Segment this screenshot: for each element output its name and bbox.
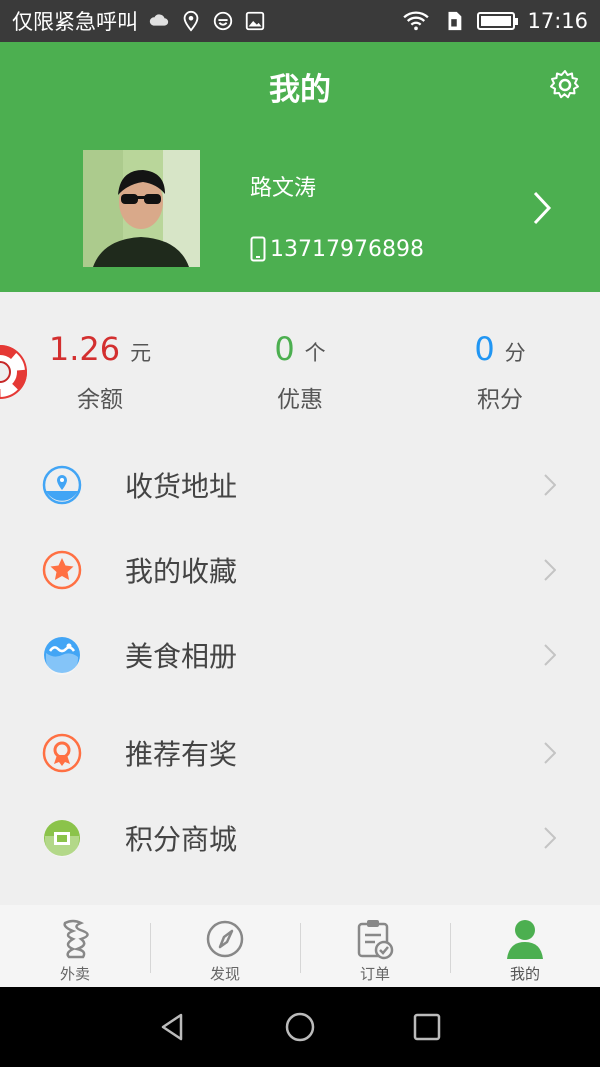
chevron-right-icon: [544, 559, 556, 581]
menu-label: 我的收藏: [125, 555, 238, 588]
menu-label: 收货地址: [125, 470, 238, 503]
points-value: 0: [474, 330, 495, 368]
compass-icon: [206, 920, 244, 958]
location-icon: [42, 465, 82, 505]
image-notification-icon: [245, 11, 265, 31]
points-label: 积分: [477, 387, 523, 413]
tab-discover[interactable]: 发现: [150, 905, 300, 987]
sim-icon: [448, 11, 462, 31]
tab-mine[interactable]: 我的: [450, 905, 600, 987]
stat-coupons[interactable]: 0 个 优惠: [200, 330, 400, 414]
avatar[interactable]: [83, 150, 200, 267]
location-status-icon: [183, 10, 199, 32]
chevron-right-icon[interactable]: [532, 190, 552, 226]
stats-row: 1.26 元 余额 0 个 优惠 0 分 积分: [0, 292, 600, 422]
wifi-icon: [403, 11, 430, 31]
gear-icon[interactable]: [548, 68, 582, 102]
carrier-text: 仅限紧急呼叫: [12, 10, 138, 34]
stat-points[interactable]: 0 分 积分: [400, 330, 600, 414]
chevron-right-icon: [544, 827, 556, 849]
menu-label: 美食相册: [125, 640, 238, 673]
battery-icon: [477, 12, 519, 30]
app-notification-icon: [213, 11, 233, 31]
chevron-right-icon: [544, 742, 556, 764]
recents-icon[interactable]: [411, 1011, 443, 1043]
balance-value: 1.26: [48, 330, 121, 368]
page-title: 我的: [269, 72, 331, 108]
tab-label: 我的: [509, 965, 540, 983]
shop-icon: [44, 820, 80, 857]
phone-icon: [250, 236, 266, 262]
person-icon: [507, 920, 543, 959]
status-bar: 仅限紧急呼叫 17:16: [0, 0, 600, 42]
coupons-value: 0: [274, 330, 295, 368]
coupons-unit: 个: [304, 341, 326, 365]
menu-item-referral[interactable]: 推荐有奖: [0, 718, 600, 788]
menu-item-favorites[interactable]: 我的收藏: [0, 535, 600, 605]
avatar-photo: [83, 150, 200, 267]
menu-item-address[interactable]: 收货地址: [0, 450, 600, 520]
user-phone: 13717976898: [250, 236, 424, 262]
tab-orders[interactable]: 订单: [300, 905, 450, 987]
profile-header: 我的 路文涛 13717976898: [0, 42, 600, 292]
tab-label: 外卖: [59, 965, 90, 983]
coupons-label: 优惠: [277, 387, 323, 413]
clock: 17:16: [527, 9, 588, 33]
album-icon: [44, 637, 80, 675]
tab-label: 订单: [359, 965, 390, 983]
balance-label: 余额: [77, 387, 123, 413]
menu-item-points-mall[interactable]: 积分商城: [0, 803, 600, 873]
back-icon[interactable]: [157, 1011, 189, 1043]
menu-label: 推荐有奖: [125, 738, 238, 771]
weather-icon: [149, 14, 169, 26]
user-name: 路文涛: [250, 176, 317, 201]
bottom-tab-bar: 外卖 发现 订单 我的: [0, 905, 600, 987]
home-icon[interactable]: [284, 1011, 316, 1043]
tab-takeout[interactable]: 外卖: [0, 905, 150, 987]
tab-label: 发现: [209, 965, 240, 983]
takeout-icon: [63, 919, 89, 959]
points-unit: 分: [504, 341, 526, 365]
chevron-right-icon: [544, 474, 556, 496]
stat-balance[interactable]: 1.26 元 余额: [0, 330, 200, 414]
menu-label: 积分商城: [125, 823, 238, 856]
phone-number: 13717976898: [270, 236, 424, 262]
balance-unit: 元: [130, 341, 152, 365]
menu-item-album[interactable]: 美食相册: [0, 620, 600, 690]
award-icon: [42, 733, 82, 773]
system-nav-bar: [0, 987, 600, 1067]
order-icon: [357, 920, 394, 960]
chevron-right-icon: [544, 644, 556, 666]
star-icon: [42, 550, 82, 590]
